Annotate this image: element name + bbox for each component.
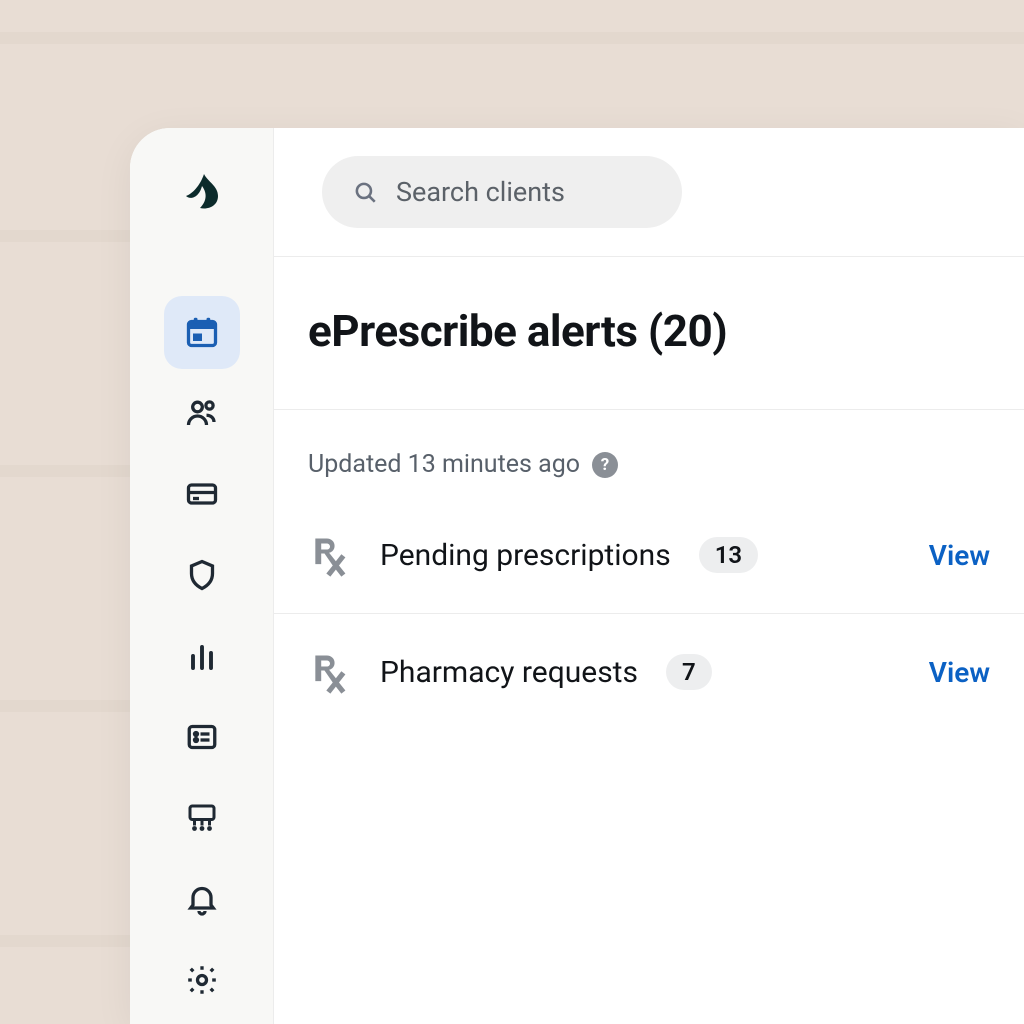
calendar-icon [184, 314, 220, 350]
rx-icon [308, 533, 352, 577]
alert-label: Pharmacy requests [380, 655, 638, 690]
alert-label: Pending prescriptions [380, 538, 671, 573]
app-logo [178, 168, 226, 216]
app-window: Search clients ePrescribe alerts (20) Up… [130, 128, 1024, 1024]
main-content: Search clients ePrescribe alerts (20) Up… [274, 128, 1024, 1024]
team-icon [184, 800, 220, 836]
nav-analytics[interactable] [164, 620, 240, 693]
rx-icon [308, 650, 352, 694]
leaf-logo-icon [178, 168, 226, 216]
view-link[interactable]: View [929, 539, 990, 572]
nav-team[interactable] [164, 781, 240, 854]
alert-row-pharmacy-requests: Pharmacy requests 7 View [274, 614, 1024, 730]
nav-billing[interactable] [164, 458, 240, 531]
gear-icon [184, 962, 220, 998]
search-placeholder: Search clients [396, 176, 565, 208]
nav-clients[interactable] [164, 377, 240, 450]
list-icon [184, 719, 220, 755]
bell-icon [184, 881, 220, 917]
bars-icon [184, 638, 220, 674]
alert-row-pending-prescriptions: Pending prescriptions 13 View [274, 497, 1024, 614]
search-input[interactable]: Search clients [322, 156, 682, 228]
page-title: ePrescribe alerts (20) [274, 257, 1024, 410]
nav-notifications[interactable] [164, 862, 240, 935]
view-link[interactable]: View [929, 656, 990, 689]
search-icon [352, 179, 378, 205]
nav-forms[interactable] [164, 700, 240, 773]
help-icon[interactable]: ? [592, 452, 618, 478]
nav-settings[interactable] [164, 943, 240, 1016]
count-badge: 7 [666, 654, 712, 690]
count-badge: 13 [699, 537, 758, 573]
updated-row: Updated 13 minutes ago ? [274, 410, 1024, 497]
content: ePrescribe alerts (20) Updated 13 minute… [274, 257, 1024, 730]
topbar: Search clients [274, 128, 1024, 257]
page-title-text: ePrescribe alerts (20) [308, 305, 727, 357]
sidebar [130, 128, 274, 1024]
updated-text: Updated 13 minutes ago [308, 450, 580, 479]
people-icon [184, 395, 220, 431]
nav-calendar[interactable] [164, 296, 240, 369]
nav-security[interactable] [164, 539, 240, 612]
card-icon [184, 476, 220, 512]
shield-icon [184, 557, 220, 593]
